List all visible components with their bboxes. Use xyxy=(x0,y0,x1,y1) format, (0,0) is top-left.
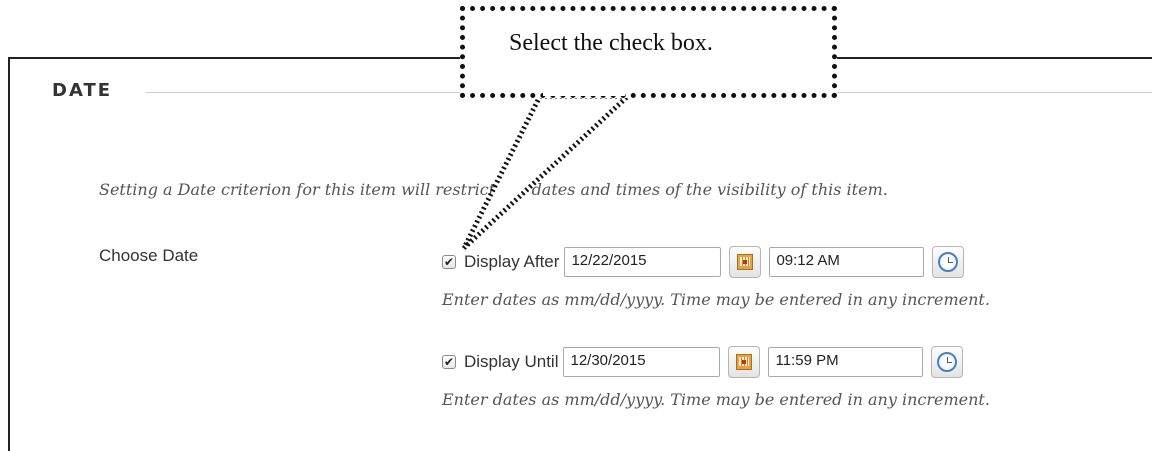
display-after-date-input[interactable]: 12/22/2015 xyxy=(564,247,722,277)
display-until-row: ✔ Display Until 12/30/2015 11:59 PM xyxy=(442,345,971,379)
instructions-text: Setting a Date criterion for this item w… xyxy=(99,180,888,199)
display-after-date-picker-button[interactable] xyxy=(729,246,762,278)
display-after-row: ✔ Display After 12/22/2015 09:12 AM xyxy=(442,245,972,279)
display-until-checkbox[interactable]: ✔ xyxy=(442,355,456,369)
panel-border-left xyxy=(8,57,10,451)
display-after-hint: Enter dates as mm/dd/yyyy. Time may be e… xyxy=(442,290,990,309)
calendar-icon xyxy=(737,254,754,270)
callout-text: Select the check box. xyxy=(509,30,713,56)
display-until-date-picker-button[interactable] xyxy=(728,346,761,378)
choose-date-label: Choose Date xyxy=(99,246,199,265)
display-after-time-picker-button[interactable] xyxy=(932,246,965,278)
clock-icon xyxy=(937,352,958,372)
display-after-label[interactable]: Display After xyxy=(464,252,559,272)
display-until-time-input[interactable]: 11:59 PM xyxy=(768,347,924,377)
clock-icon xyxy=(938,252,959,272)
display-until-label[interactable]: Display Until xyxy=(464,352,558,372)
calendar-icon xyxy=(736,354,753,370)
section-title: DATE xyxy=(52,80,113,101)
display-until-time-picker-button[interactable] xyxy=(931,346,964,378)
display-after-checkbox[interactable]: ✔ xyxy=(442,255,456,269)
display-until-date-input[interactable]: 12/30/2015 xyxy=(563,347,721,377)
display-after-time-input[interactable]: 09:12 AM xyxy=(769,247,925,277)
display-until-hint: Enter dates as mm/dd/yyyy. Time may be e… xyxy=(442,390,990,409)
